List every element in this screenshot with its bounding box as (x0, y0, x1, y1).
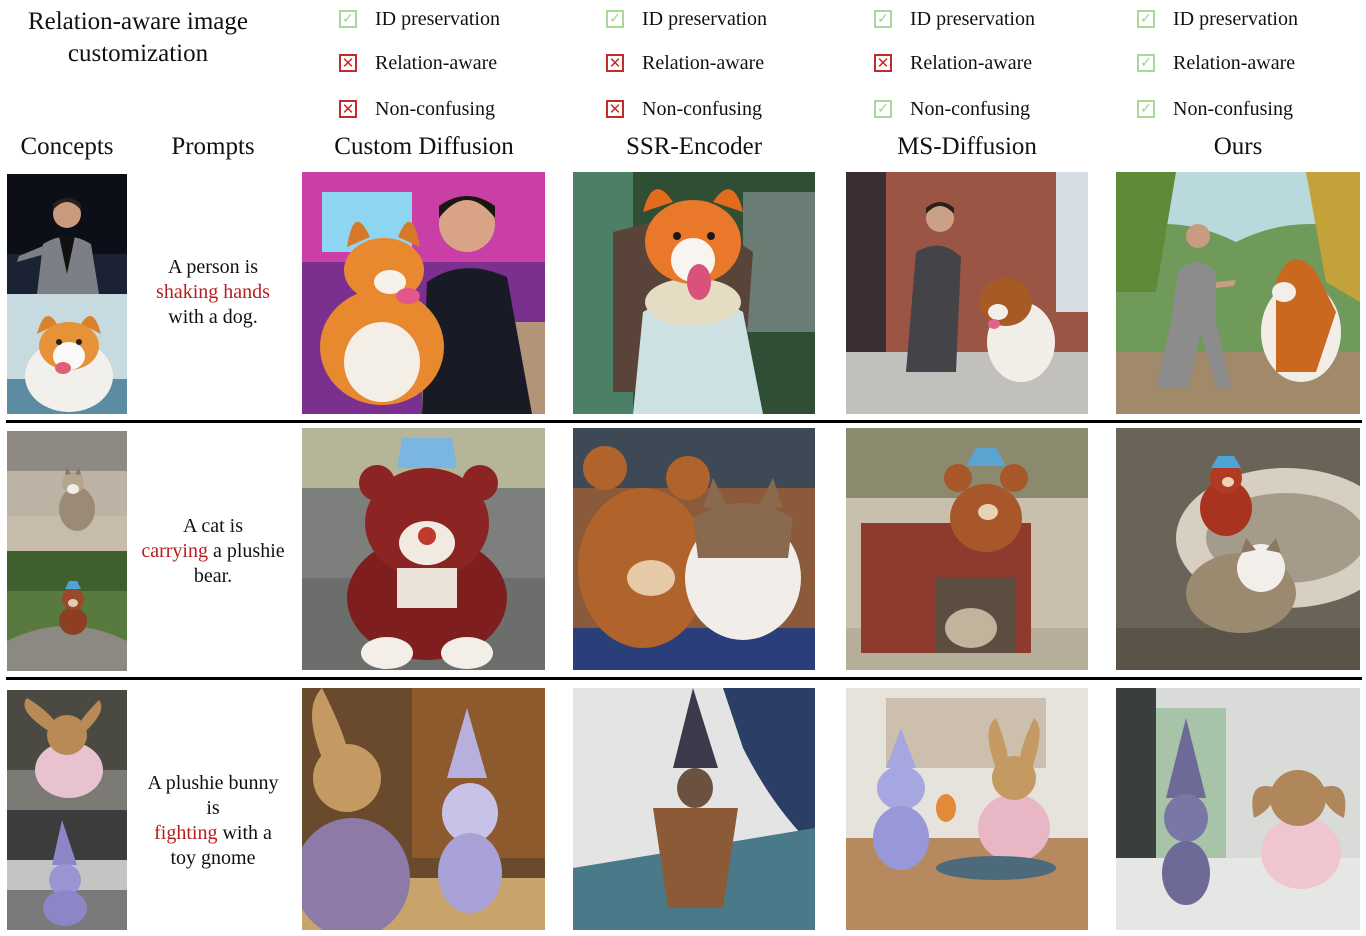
row-divider (6, 420, 1362, 423)
concept-image-cat (7, 431, 127, 551)
criterion-relation-aware: ✓ Relation-aware (1137, 48, 1295, 78)
concept-image-bunny (7, 690, 127, 810)
prompt-text: A cat is carrying a plushie bear. (141, 515, 285, 587)
result-image-custom-diffusion (302, 172, 545, 414)
relation-highlight: fighting (154, 822, 218, 844)
header-ssr-encoder: SSR-Encoder (625, 133, 763, 160)
criterion-non-confusing: ✕ Non-confusing (606, 94, 762, 124)
criterion-relation-aware: ✕ Relation-aware (874, 48, 1032, 78)
header-prompts: Prompts (171, 133, 255, 160)
result-image-ms-diffusion (846, 172, 1088, 414)
cross-icon: ✕ (606, 54, 624, 72)
result-image-custom-diffusion (302, 688, 545, 930)
check-icon: ✓ (1137, 10, 1155, 28)
criterion-id-preservation: ✓ ID preservation (874, 4, 1035, 34)
result-image-ours (1116, 688, 1360, 930)
check-icon: ✓ (1137, 100, 1155, 118)
result-image-custom-diffusion (302, 428, 545, 670)
check-icon: ✓ (874, 100, 892, 118)
criterion-id-preservation: ✓ ID preservation (606, 4, 767, 34)
criterion-id-preservation: ✓ ID preservation (1137, 4, 1298, 34)
result-image-ssr-encoder (573, 172, 815, 414)
header-concepts: Concepts (20, 133, 114, 160)
header-ours: Ours (1213, 133, 1263, 160)
criterion-relation-aware: ✕ Relation-aware (606, 48, 764, 78)
header-ms-diffusion: MS-Diffusion (897, 133, 1037, 160)
criterion-id-preservation: ✓ ID preservation (339, 4, 500, 34)
check-icon: ✓ (1137, 54, 1155, 72)
result-image-ms-diffusion (846, 688, 1088, 930)
check-icon: ✓ (606, 10, 624, 28)
header-custom-diffusion: Custom Diffusion (334, 133, 514, 160)
concept-image-corgi (7, 294, 127, 414)
concept-image-gnome (7, 810, 127, 930)
criterion-non-confusing: ✕ Non-confusing (339, 94, 495, 124)
result-image-ssr-encoder (573, 688, 815, 930)
result-image-ms-diffusion (846, 428, 1088, 670)
cross-icon: ✕ (874, 54, 892, 72)
row-divider (6, 677, 1362, 680)
result-image-ours (1116, 172, 1360, 414)
cross-icon: ✕ (606, 100, 624, 118)
check-icon: ✓ (874, 10, 892, 28)
check-icon: ✓ (339, 10, 357, 28)
figure-title: Relation-aware image customization (27, 8, 249, 67)
criterion-non-confusing: ✓ Non-confusing (1137, 94, 1293, 124)
result-image-ssr-encoder (573, 428, 815, 670)
relation-highlight: shaking hands (156, 281, 270, 303)
concept-image-man (7, 174, 127, 294)
relation-highlight: carrying (141, 540, 208, 562)
prompt-text: A person is shaking hands with a dog. (140, 255, 286, 330)
cross-icon: ✕ (339, 54, 357, 72)
criterion-non-confusing: ✓ Non-confusing (874, 94, 1030, 124)
prompt-text: A plushie bunny is fighting with a toy g… (147, 772, 279, 869)
result-image-ours (1116, 428, 1360, 670)
concept-image-teddy-bear (7, 551, 127, 671)
criterion-relation-aware: ✕ Relation-aware (339, 48, 497, 78)
cross-icon: ✕ (339, 100, 357, 118)
